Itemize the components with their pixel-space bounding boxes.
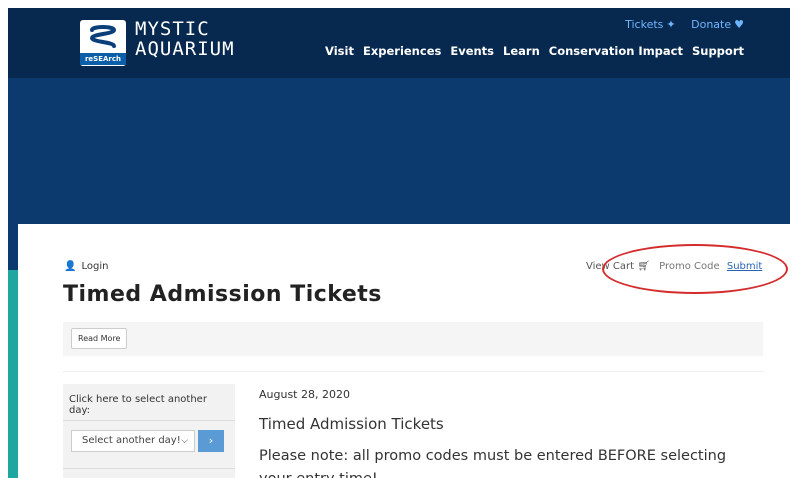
logo-wordmark[interactable]: MYSTIC AQUARIUM [135, 19, 235, 59]
promo-note: Please note: all promo codes must be ent… [259, 448, 727, 478]
nav-events[interactable]: Events [450, 44, 494, 58]
teal-accent-strip [8, 270, 18, 478]
site-viewport: reSEArch MYSTIC AQUARIUM Tickets ✦ Donate… [8, 8, 790, 478]
chevron-down-icon: ⌵ [181, 436, 188, 446]
login-link[interactable]: 👤 Login [64, 261, 108, 272]
nav-experiences[interactable]: Experiences [363, 44, 441, 58]
event-title: Timed Admission Tickets [259, 415, 444, 433]
read-more-button[interactable]: Read More [71, 328, 128, 349]
heart-icon: ♥ [734, 18, 744, 31]
logo-line-1: MYSTIC [135, 18, 210, 40]
main-nav: Visit Experiences Events Learn Conservat… [325, 44, 744, 58]
read-more-bar: Read More [63, 322, 763, 356]
page-margin-right [790, 0, 798, 478]
donate-link[interactable]: Donate ♥ [691, 18, 744, 31]
page-margin-left [0, 0, 8, 478]
logo-research-text: reSEArch [80, 53, 126, 65]
page-title: Timed Admission Tickets [63, 282, 382, 307]
nav-learn[interactable]: Learn [503, 44, 540, 58]
tickets-link[interactable]: Tickets ✦ [625, 18, 676, 31]
content-panel: 👤 Login View Cart 🛒︎ Promo Code Submit Ti… [18, 224, 790, 478]
nav-visit[interactable]: Visit [325, 44, 354, 58]
nav-conservation-impact[interactable]: Conservation Impact [549, 44, 683, 58]
utility-links: Tickets ✦ Donate ♥ [613, 18, 744, 31]
day-select[interactable]: Select another day! ⌵ [71, 430, 195, 452]
go-button[interactable]: › [198, 430, 224, 452]
site-header: reSEArch MYSTIC AQUARIUM Tickets ✦ Donate… [8, 8, 790, 78]
logo-mark[interactable]: reSEArch [80, 20, 126, 66]
divider [63, 371, 763, 372]
logo-line-2: AQUARIUM [135, 38, 235, 60]
day-selector-label: Click here to select another day: [69, 394, 207, 416]
sidebar-divider [63, 420, 235, 421]
user-icon: 👤 [64, 261, 77, 272]
annotation-circle [602, 244, 788, 294]
logo-swirl-icon [89, 25, 117, 48]
day-selector-sidebar: Click here to select another day: Select… [63, 384, 235, 478]
event-date: August 28, 2020 [259, 388, 350, 401]
ticket-icon: ✦ [666, 18, 676, 31]
sidebar-divider-2 [63, 468, 235, 469]
nav-support[interactable]: Support [692, 44, 744, 58]
day-select-value: Select another day! [82, 435, 181, 446]
login-label: Login [81, 261, 109, 272]
